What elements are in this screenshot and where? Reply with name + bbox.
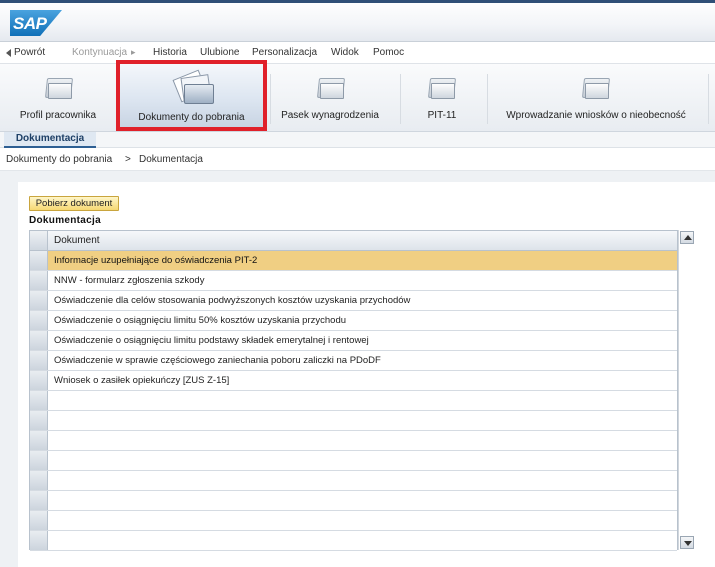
- menu-back[interactable]: Powrót: [14, 47, 45, 58]
- tab-absence-requests[interactable]: Wprowadzanie wniosków o nieobecność: [490, 64, 702, 130]
- menu-forward[interactable]: Kontynuacja: [72, 47, 127, 58]
- folder-icon: [44, 78, 74, 100]
- tab-divider: [400, 74, 401, 124]
- table-row[interactable]: [30, 451, 677, 471]
- row-selector[interactable]: [30, 531, 48, 550]
- table-row[interactable]: Oświadczenie dla celów stosowania podwyż…: [30, 291, 677, 311]
- arrow-up-icon: [684, 235, 692, 240]
- tab-divider: [487, 74, 488, 124]
- table-row[interactable]: [30, 431, 677, 451]
- document-cell[interactable]: Oświadczenie o osiągnięciu limitu podsta…: [54, 335, 369, 346]
- row-selector[interactable]: [30, 511, 48, 530]
- tab-label: Profil pracownika: [19, 110, 97, 121]
- subtab-documentation[interactable]: Dokumentacja: [4, 132, 96, 148]
- sap-logo-text: SAP: [13, 14, 47, 33]
- breadcrumb-current: Dokumentacja: [139, 154, 203, 165]
- table-row[interactable]: Informacje uzupełniające do oświadczenia…: [30, 251, 677, 271]
- table-row[interactable]: NNW - formularz zgłoszenia szkody: [30, 271, 677, 291]
- document-cell[interactable]: Oświadczenie o osiągnięciu limitu 50% ko…: [54, 315, 346, 326]
- select-all-cell[interactable]: [30, 231, 48, 250]
- row-selector[interactable]: [30, 311, 48, 330]
- document-cell[interactable]: Wniosek o zasiłek opiekuńczy [ZUS Z-15]: [54, 375, 229, 386]
- menu-history[interactable]: Historia: [153, 47, 187, 58]
- scroll-down-button[interactable]: [680, 536, 694, 549]
- menu-view[interactable]: Widok: [331, 47, 359, 58]
- tab-documents-download[interactable]: Dokumenty do pobrania: [116, 60, 267, 131]
- section-title: Dokumentacja: [29, 215, 101, 226]
- menu-help[interactable]: Pomoc: [373, 47, 404, 58]
- header-bar: SAP: [0, 0, 715, 42]
- header-top-line: [0, 0, 715, 3]
- table-row[interactable]: [30, 411, 677, 431]
- menu-favorites[interactable]: Ulubione: [200, 47, 239, 58]
- scroll-up-button[interactable]: [680, 231, 694, 244]
- download-document-button[interactable]: Pobierz dokument: [29, 196, 119, 211]
- table-row[interactable]: [30, 491, 677, 511]
- document-cell[interactable]: Informacje uzupełniające do oświadczenia…: [54, 255, 257, 266]
- table-row[interactable]: [30, 511, 677, 531]
- folder-icon: [316, 78, 346, 100]
- row-selector[interactable]: [30, 271, 48, 290]
- document-cell[interactable]: Oświadczenie w sprawie częściowego zanie…: [54, 355, 381, 366]
- document-cell[interactable]: NNW - formularz zgłoszenia szkody: [54, 275, 204, 286]
- document-cell[interactable]: Oświadczenie dla celów stosowania podwyż…: [54, 295, 410, 306]
- row-selector[interactable]: [30, 291, 48, 310]
- tab-label: Dokumenty do pobrania: [138, 112, 245, 123]
- arrow-down-icon: [684, 541, 692, 546]
- tab-pay-slip[interactable]: Pasek wynagrodzenia: [272, 64, 388, 130]
- folder-icon: [427, 78, 457, 100]
- tab-label: Pasek wynagrodzenia: [281, 110, 379, 121]
- sap-logo: SAP: [10, 10, 62, 36]
- breadcrumb-root[interactable]: Dokumenty do pobrania: [6, 154, 112, 165]
- table-header: Dokument: [30, 231, 677, 251]
- tab-label: Wprowadzanie wniosków o nieobecność: [506, 110, 686, 121]
- breadcrumb: Dokumenty do pobrania > Dokumentacja: [0, 149, 715, 171]
- row-selector[interactable]: [30, 451, 48, 470]
- row-selector[interactable]: [30, 371, 48, 390]
- sub-tab-bar: Dokumentacja: [0, 132, 715, 148]
- table-scrollbar[interactable]: [678, 230, 694, 550]
- tab-divider: [270, 74, 271, 124]
- row-selector[interactable]: [30, 391, 48, 410]
- menu-bar: Powrót Kontynuacja ▸ Historia Ulubione P…: [0, 42, 715, 64]
- column-header-document[interactable]: Dokument: [54, 235, 100, 246]
- tab-pit-11[interactable]: PIT-11: [402, 64, 482, 130]
- row-selector[interactable]: [30, 491, 48, 510]
- row-selector[interactable]: [30, 351, 48, 370]
- navigation-tabs: Profil pracownika Pasek wynagrodzenia PI…: [0, 64, 715, 132]
- table-row[interactable]: Oświadczenie o osiągnięciu limitu podsta…: [30, 331, 677, 351]
- table-row[interactable]: [30, 531, 677, 551]
- tab-divider: [708, 74, 709, 124]
- table-row[interactable]: Oświadczenie o osiągnięciu limitu 50% ko…: [30, 311, 677, 331]
- folder-icon: [581, 78, 611, 100]
- forward-arrow-icon: ▸: [131, 47, 136, 57]
- table-row[interactable]: [30, 391, 677, 411]
- documents-icon: [170, 69, 216, 108]
- row-selector[interactable]: [30, 251, 48, 270]
- documents-table: Dokument Informacje uzupełniające do ośw…: [29, 230, 678, 551]
- table-row[interactable]: Oświadczenie w sprawie częściowego zanie…: [30, 351, 677, 371]
- tab-label: PIT-11: [427, 110, 457, 121]
- table-row[interactable]: [30, 471, 677, 491]
- row-selector[interactable]: [30, 431, 48, 450]
- back-arrow-icon[interactable]: [6, 49, 11, 57]
- row-selector[interactable]: [30, 471, 48, 490]
- tab-employee-profile[interactable]: Profil pracownika: [2, 64, 114, 130]
- row-selector[interactable]: [30, 331, 48, 350]
- breadcrumb-separator: >: [125, 154, 131, 165]
- row-selector[interactable]: [30, 411, 48, 430]
- table-row[interactable]: Wniosek o zasiłek opiekuńczy [ZUS Z-15]: [30, 371, 677, 391]
- menu-personalization[interactable]: Personalizacja: [252, 47, 317, 58]
